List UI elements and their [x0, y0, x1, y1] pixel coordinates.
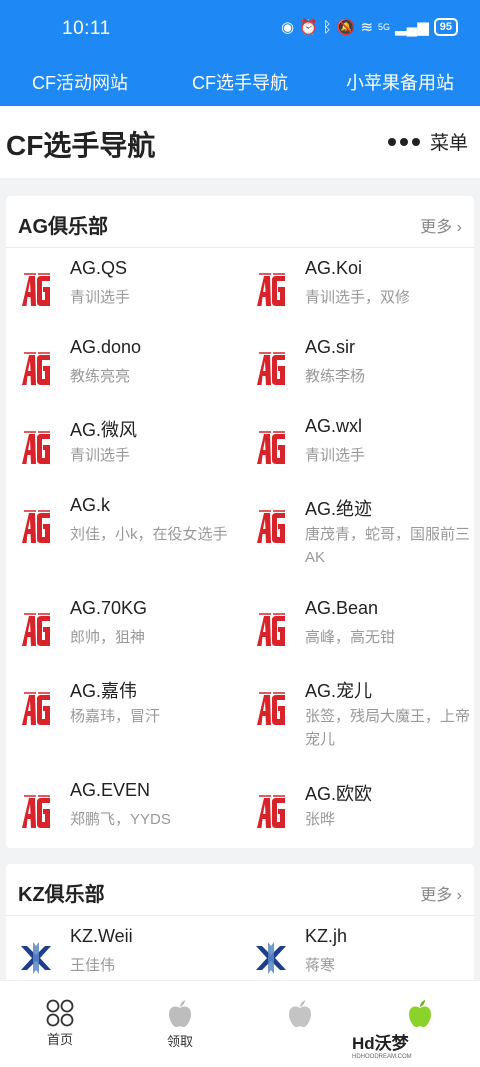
more-link[interactable]: 更多 › [420, 881, 462, 905]
bluetooth-icon: ᛒ [322, 18, 332, 36]
kz-logo-icon [256, 942, 286, 974]
player-desc: 青训选手 [70, 289, 131, 306]
player-name: AG.微风 [70, 420, 138, 440]
section-ag: AG俱乐部 更多 › AG.QS 青训选手 AG.Koi 青训选手，双修 AG.dono… [6, 196, 474, 848]
more-dots-icon [387, 137, 420, 146]
player-name: AG.QS [70, 258, 128, 278]
apple-green-icon [409, 1000, 431, 1028]
watermark-sub: HDHOODREAM.COM [352, 1054, 412, 1060]
section-title: AG俱乐部 [18, 216, 108, 238]
section-title: KZ俱乐部 [18, 884, 105, 906]
ag-logo-icon [257, 510, 285, 543]
tab-home[interactable]: 首页 [20, 999, 100, 1048]
tab-label: 领取 [166, 1034, 193, 1049]
player-name: KZ.jh [305, 926, 348, 946]
player-desc: 教练李杨 [305, 368, 366, 385]
player-desc: 蒋寒 [305, 957, 336, 974]
page-title: CF选手导航 [6, 130, 156, 161]
status-time: 10:11 [62, 18, 111, 39]
ag-logo-icon [22, 431, 50, 464]
player-desc: 郎帅，狙神 [70, 629, 146, 646]
player-desc: 王佳伟 [70, 957, 116, 974]
player-desc: 郑鹏飞，YYDS [70, 811, 171, 828]
player-desc: 青训选手 [70, 447, 131, 464]
player-name: AG.Bean [305, 598, 379, 618]
player-desc: 青训选手 [305, 447, 366, 464]
player-name: AG.嘉伟 [70, 681, 138, 701]
player-desc: 教练亮亮 [70, 368, 131, 385]
page-header: CF选手导航 菜单 [0, 106, 480, 178]
player-name: AG.wxl [305, 416, 363, 436]
top-nav: CF活动网站 CF选手导航 小苹果备用站 [0, 58, 480, 106]
player-name: AG.绝迹 [305, 499, 373, 519]
ag-logo-icon [257, 795, 285, 828]
tab-apple[interactable] [260, 999, 340, 1029]
player-desc: 张签，残局大魔王，上帝宠儿 [305, 708, 471, 748]
status-bar: 10:11 ◉ ⏰ ᛒ 🔕 ≋ 5G ▂▄▆ 95 [0, 0, 480, 58]
signal-icon: ▂▄▆ [395, 19, 429, 36]
player-name: AG.k [70, 495, 111, 515]
top-nav-player-nav[interactable]: CF选手导航 [160, 69, 320, 95]
section-kz: KZ俱乐部 更多 › KZ.Weii 王佳伟 KZ.jh 蒋寒 [6, 864, 474, 980]
eye-icon: ◉ [280, 19, 295, 36]
battery-icon: 95 [433, 18, 458, 36]
player-desc: 张晔 [305, 811, 336, 828]
signal-label: 5G [378, 22, 391, 32]
apple-icon [169, 1000, 191, 1028]
player-desc: 高峰，高无钳 [305, 629, 396, 646]
wifi-icon: ≋ [360, 19, 374, 36]
ag-logo-icon [22, 692, 50, 725]
content-area[interactable]: AG俱乐部 更多 › AG.QS 青训选手 AG.Koi 青训选手，双修 AG.dono… [0, 178, 480, 980]
player-name: KZ.Weii [70, 926, 133, 946]
watermark-text: Hd沃梦 [352, 1034, 409, 1053]
player-name: AG.Koi [305, 258, 363, 278]
player-desc: 刘佳，小k，在役女选手 [70, 526, 228, 543]
section-header: AG俱乐部 更多 › [6, 196, 474, 248]
ag-logo-icon [22, 352, 50, 385]
player-name: AG.宠儿 [305, 681, 373, 701]
mute-icon: 🔕 [336, 19, 356, 36]
kz-logo-icon [21, 942, 51, 974]
tab-claim[interactable]: 领取 [140, 999, 220, 1050]
more-label: 更多 [420, 887, 453, 904]
watermark: Hd沃梦 HDHOODREAM.COM [352, 1029, 412, 1060]
apple-icon [289, 1000, 311, 1028]
ag-logo-icon [257, 273, 285, 306]
top-nav-backup[interactable]: 小苹果备用站 [320, 69, 480, 95]
section-header: KZ俱乐部 更多 › [6, 864, 474, 916]
player-name: AG.EVEN [70, 780, 151, 800]
ag-logo-icon [257, 431, 285, 464]
player-name: AG.欧欧 [305, 784, 373, 804]
grid-icon [46, 999, 74, 1027]
player-desc: 杨嘉玮，冒汗 [70, 708, 161, 725]
more-label: 更多 [420, 219, 453, 236]
menu-label: 菜单 [429, 133, 468, 154]
menu-button[interactable]: 菜单 [387, 128, 468, 155]
ag-logo-icon [22, 273, 50, 306]
player-desc: 青训选手，双修 [305, 289, 411, 306]
player-name: AG.70KG [70, 598, 148, 618]
chevron-right-icon: › [456, 219, 462, 236]
ag-logo-icon [22, 795, 50, 828]
alarm-icon: ⏰ [299, 19, 318, 36]
top-nav-activity[interactable]: CF活动网站 [0, 69, 160, 95]
player-desc: 唐茂青，蛇哥，国服前三AK [305, 526, 471, 566]
ag-logo-icon [22, 510, 50, 543]
ag-logo-icon [257, 613, 285, 646]
tab-label: 首页 [46, 1032, 73, 1047]
ag-logo-icon [257, 352, 285, 385]
more-link[interactable]: 更多 › [420, 213, 462, 237]
bottom-nav: 首页 领取 Hd沃梦 HDHOODREAM.COM [0, 980, 480, 1067]
chevron-right-icon: › [456, 887, 462, 904]
tab-apple-green[interactable] [380, 999, 460, 1029]
ag-logo-icon [22, 613, 50, 646]
player-name: AG.dono [70, 337, 142, 357]
status-icons: ◉ ⏰ ᛒ 🔕 ≋ 5G ▂▄▆ 95 [281, 18, 458, 36]
player-name: AG.sir [305, 337, 356, 357]
ag-logo-icon [257, 692, 285, 725]
